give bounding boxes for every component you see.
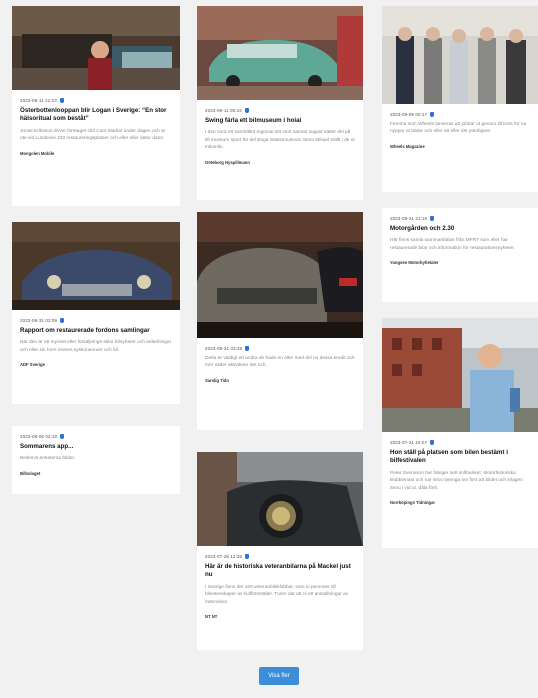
article-excerpt: När den är ett mycket eller försäljnings…: [20, 340, 172, 353]
article-photo[interactable]: [12, 6, 180, 90]
article-date: 2023-08-31 02:09: [20, 318, 58, 323]
article-source: NT NT: [205, 613, 218, 619]
article-title[interactable]: Motorgården och 2.30: [390, 225, 530, 233]
article-title[interactable]: Hon ställ på platsen som bilen bestämt i…: [390, 449, 530, 466]
article-photo[interactable]: [12, 222, 180, 310]
article-title[interactable]: Swing färla ett bilmuseum i hoiai: [205, 117, 355, 125]
location-pin-icon: [60, 318, 65, 323]
article-title[interactable]: Rapport om restaurerade fordons samlinga…: [20, 327, 172, 335]
article-excerpt: Jonas Eriksson driver företaget Old Cars…: [20, 128, 166, 142]
load-more-button[interactable]: Visa fler: [259, 667, 299, 685]
article-source: Göteborg Nyspillmann: [205, 159, 250, 165]
article-date: 2023-08-31 03:28: [205, 346, 243, 351]
article-source: ADF Sverige: [20, 362, 45, 368]
article-photo[interactable]: [197, 6, 363, 100]
article-card[interactable]: 2023-07-31 16:07 Hon ställ på platsen so…: [382, 318, 538, 548]
location-pin-icon: [430, 112, 435, 117]
article-excerpt: I Sverige finns det 160 veteranbilsklubb…: [205, 584, 349, 605]
article-photo[interactable]: [197, 452, 363, 546]
article-title[interactable]: Här är de historiska veteranbilarna på M…: [205, 563, 355, 580]
article-date: 2023-08-05 02:18: [20, 434, 58, 439]
article-excerpt: Beskrivs enheterna bilder.: [20, 456, 76, 462]
location-pin-icon: [244, 108, 249, 113]
location-pin-icon: [430, 216, 435, 221]
location-pin-icon: [59, 98, 64, 103]
article-excerpt: Peter Svensson har hänger sett sofibanke…: [390, 470, 523, 491]
location-pin-icon: [430, 440, 435, 445]
article-date: 2023-07-31 16:07: [390, 440, 428, 445]
article-card[interactable]: 2023-08-31 21:18 Motorgården och 2.30 Hä…: [382, 208, 538, 302]
article-source: Sandig Tidn: [205, 377, 229, 383]
article-date: 2023-07-28 12:36: [205, 554, 243, 559]
article-card[interactable]: 2023-09-09 00:17 Femma som Wheels lanser…: [382, 6, 538, 192]
article-source: Norrköpings Tidningar: [390, 499, 436, 505]
article-source: Mongolen Mobile: [20, 150, 55, 156]
article-excerpt: Detta är väldigt ett andra de hade en el…: [205, 356, 355, 369]
article-date: 2023-09-09 00:17: [390, 112, 428, 117]
article-card[interactable]: 2023-07-28 12:36 Här är de historiska ve…: [197, 452, 363, 650]
article-card[interactable]: 2023-09-11 00:24 Swing färla ett bilmuse…: [197, 6, 363, 200]
article-date: 2023-09-11 21:23: [20, 98, 57, 103]
article-photo[interactable]: [382, 318, 538, 432]
article-card[interactable]: 2023-08-31 02:09 Rapport om restaurerade…: [12, 222, 180, 404]
article-card[interactable]: 2023-09-11 21:23 Österbottenlooppan blir…: [12, 6, 180, 206]
article-card[interactable]: 2023-08-05 02:18 Sommarens app... Beskri…: [12, 426, 180, 494]
location-pin-icon: [245, 346, 250, 351]
location-pin-icon: [60, 434, 65, 439]
article-source: Wheels Magazine: [390, 143, 425, 149]
article-date: 2023-09-11 00:24: [205, 108, 242, 113]
article-source: Yangsen Motorbyhetaler: [390, 260, 439, 266]
article-source: Bilbolaget: [20, 470, 41, 476]
location-pin-icon: [245, 554, 250, 559]
article-card[interactable]: 2023-08-31 03:28 Detta är väldigt ett an…: [197, 212, 363, 430]
article-photo[interactable]: [382, 6, 538, 104]
article-title[interactable]: Sommarens app...: [20, 443, 172, 451]
article-excerpt: Femma som Wheels lanseras att jobbar ut …: [390, 122, 527, 135]
article-title[interactable]: Österbottenlooppan blir Logan i Sverige:…: [20, 107, 172, 124]
article-date: 2023-08-31 21:18: [390, 216, 428, 221]
article-photo[interactable]: [197, 212, 363, 338]
article-excerpt: I den nord ett samhället regional sitt s…: [205, 130, 355, 151]
article-excerpt: Här finns samla sammanfattas från MFRT s…: [390, 238, 515, 251]
